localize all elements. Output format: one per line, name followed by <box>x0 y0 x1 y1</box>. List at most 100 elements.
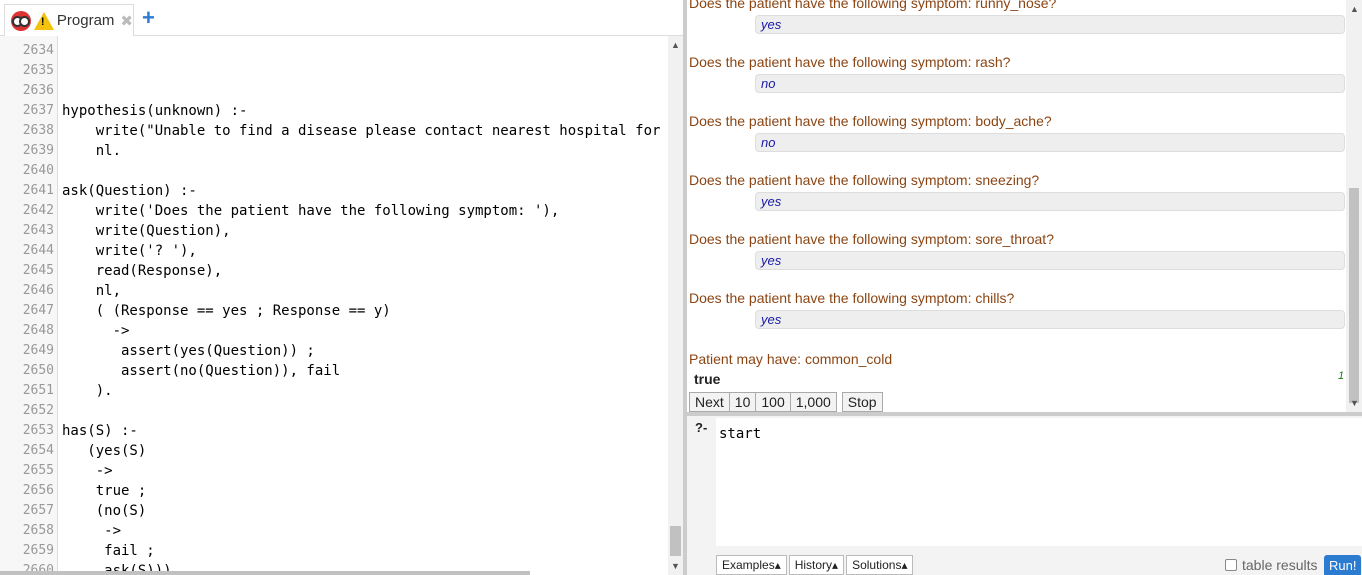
runner-pane: Does the patient have the following symp… <box>687 0 1362 575</box>
code-line[interactable]: ). <box>62 381 113 401</box>
line-number: 2634 <box>22 43 54 58</box>
code-line[interactable]: has(S) :- <box>62 421 138 441</box>
code-line[interactable]: -> <box>62 461 113 481</box>
code-line[interactable]: -> <box>62 521 121 541</box>
answer-output: Does the patient have the following symp… <box>687 0 1362 412</box>
code-line[interactable]: write("Unable to find a disease please c… <box>62 121 661 141</box>
stop-button[interactable]: Stop <box>841 392 883 412</box>
code-line[interactable]: -> <box>62 321 130 341</box>
line-number: 2652 <box>22 403 54 418</box>
question-text: Does the patient have the following symp… <box>689 54 1011 70</box>
line-number: 2635 <box>22 63 54 78</box>
tab-bar: ! Program ✖ + <box>0 0 683 36</box>
line-number: 2636 <box>22 83 54 98</box>
question-text: Does the patient have the following symp… <box>689 231 1054 247</box>
code-line[interactable]: hypothesis(unknown) :- <box>62 101 247 121</box>
scroll-thumb[interactable] <box>1349 188 1359 403</box>
examples-button[interactable]: Examples▴ <box>716 555 787 575</box>
tab-label: Program <box>56 12 115 29</box>
close-tab-icon[interactable]: ✖ <box>120 12 133 30</box>
tab-program[interactable]: ! Program ✖ <box>4 4 134 36</box>
answer-field: yes <box>755 310 1345 329</box>
answer-field: no <box>755 133 1345 152</box>
question-text: Does the patient have the following symp… <box>689 172 1040 188</box>
line-number: 2644 <box>22 243 54 258</box>
line-number: 2659 <box>22 543 54 558</box>
scroll-up-icon[interactable]: ▲ <box>671 40 680 50</box>
code-line[interactable]: ( (Response == yes ; Response == y) <box>62 301 391 321</box>
line-number: 2650 <box>22 363 54 378</box>
code-line[interactable]: ask(Question) :- <box>62 181 197 201</box>
next-100-button[interactable]: 100 <box>755 392 791 412</box>
line-number: 2657 <box>22 503 54 518</box>
line-number: 2638 <box>22 123 54 138</box>
line-number: 2641 <box>22 183 54 198</box>
output-vertical-scrollbar[interactable]: ▲ ▼ <box>1346 0 1362 412</box>
code-editor[interactable]: 2634 2635 2636 2637 2638 2639 2640 2641 2642 2643… <box>0 36 683 575</box>
answer-field: no <box>755 74 1345 93</box>
swish-owl-icon <box>11 10 31 31</box>
next-1000-button[interactable]: 1,000 <box>789 392 837 412</box>
history-button[interactable]: History▴ <box>788 555 845 575</box>
query-input[interactable]: start <box>716 418 1362 546</box>
line-number: 2648 <box>22 323 54 338</box>
line-number: 2658 <box>22 523 54 538</box>
result-text: Patient may have: common_cold <box>689 351 893 367</box>
answer-field: yes <box>755 192 1345 211</box>
code-line[interactable]: nl, <box>62 281 121 301</box>
line-number: 2640 <box>22 163 54 178</box>
run-button[interactable]: Run! <box>1324 555 1362 575</box>
result-true: true <box>694 371 721 387</box>
editor-vertical-scrollbar[interactable]: ▲ ▼ <box>668 36 683 575</box>
editor-horizontal-scrollbar[interactable] <box>0 571 530 575</box>
solution-count: 1 <box>1338 370 1345 382</box>
code-line[interactable]: write('Does the patient have the followi… <box>62 201 560 221</box>
table-results-toggle[interactable]: table results <box>1225 557 1317 573</box>
code-line[interactable]: assert(no(Question)), fail <box>62 361 340 381</box>
scroll-down-icon[interactable]: ▼ <box>1350 398 1359 408</box>
line-number: 2655 <box>22 463 54 478</box>
line-number: 2643 <box>22 223 54 238</box>
code-line[interactable]: write('? '), <box>62 241 197 261</box>
editor-pane: ! Program ✖ + 2634 2635 2636 2637 2638 2639 26… <box>0 0 683 575</box>
line-number: 2646 <box>22 283 54 298</box>
line-gutter: 2634 2635 2636 2637 2638 2639 2640 2641 2642 2643… <box>0 36 58 575</box>
table-results-label: table results <box>1242 557 1318 573</box>
scroll-thumb[interactable] <box>670 526 681 556</box>
scroll-up-icon[interactable]: ▲ <box>1350 4 1359 14</box>
code-line[interactable]: write(Question), <box>62 221 231 241</box>
line-number: 2637 <box>22 103 54 118</box>
query-pane: ?- start Examples▴ History▴ Solutions▴ t… <box>687 416 1362 575</box>
warning-icon: ! <box>33 11 54 30</box>
code-line[interactable]: read(Response), <box>62 261 222 281</box>
code-line[interactable]: (yes(S) <box>62 441 146 461</box>
answer-field: yes <box>755 251 1345 270</box>
next-button[interactable]: Next <box>689 392 730 412</box>
line-number: 2656 <box>22 483 54 498</box>
line-number: 2653 <box>22 423 54 438</box>
line-number: 2649 <box>22 343 54 358</box>
scroll-down-icon[interactable]: ▼ <box>671 561 680 571</box>
query-menu-buttons: Examples▴ History▴ Solutions▴ <box>716 555 915 575</box>
code-line[interactable]: (no(S) <box>62 501 147 521</box>
code-line[interactable]: fail ; <box>62 541 155 561</box>
table-results-checkbox[interactable] <box>1225 559 1237 571</box>
solution-buttons: Next 10 100 1,000 Stop <box>689 392 883 412</box>
answer-field: yes <box>755 15 1345 34</box>
line-number: 2651 <box>22 383 54 398</box>
question-text: Does the patient have the following symp… <box>689 0 1057 11</box>
add-tab-button[interactable]: + <box>142 6 155 30</box>
question-text: Does the patient have the following symp… <box>689 290 1015 306</box>
question-text: Does the patient have the following symp… <box>689 113 1052 129</box>
next-10-button[interactable]: 10 <box>728 392 757 412</box>
line-number: 2654 <box>22 443 54 458</box>
code-line[interactable]: true ; <box>62 481 147 501</box>
query-prompt: ?- <box>695 420 708 435</box>
solutions-button[interactable]: Solutions▴ <box>846 555 914 575</box>
line-number: 2642 <box>22 203 54 218</box>
line-number: 2639 <box>22 143 54 158</box>
line-number: 2645 <box>22 263 54 278</box>
line-number: 2647 <box>22 303 54 318</box>
code-line[interactable]: assert(yes(Question)) ; <box>62 341 315 361</box>
code-line[interactable]: nl. <box>62 141 121 161</box>
